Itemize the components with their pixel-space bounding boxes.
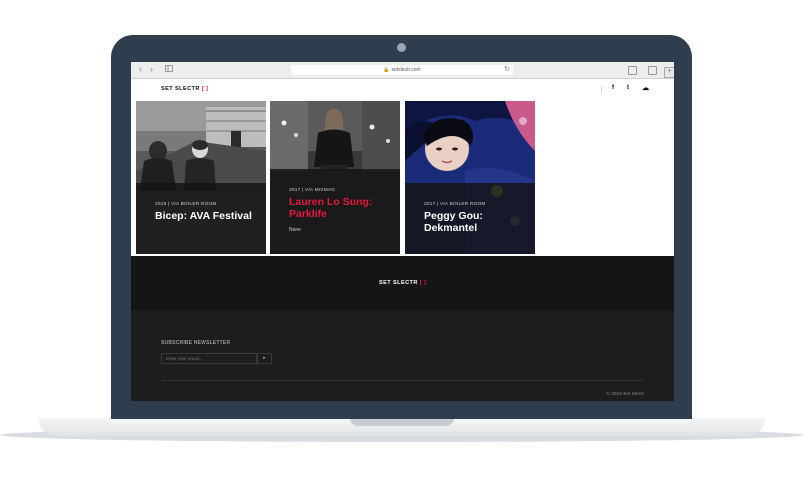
video-card[interactable]: 2017 | VIA BOILER ROOM Peggy Gou: Dekman… [405, 101, 535, 254]
tabs-icon[interactable] [648, 66, 657, 75]
video-card[interactable]: 2017 | VIA MIXMAG Lauren Lo Sung: Parkli… [270, 101, 400, 254]
footer: SUBSCRIBE NEWSLETTER ▸ © 2018 Set Slectr [131, 310, 674, 401]
card-title[interactable]: Bicep: AVA Festival [155, 210, 260, 222]
logo-text: SET SLECTR [161, 86, 200, 92]
soundcloud-icon[interactable]: ☁ [642, 84, 649, 92]
newsletter-submit-button[interactable]: ▸ [257, 353, 272, 364]
footer-logo[interactable]: SET SLECTR[ ] [379, 280, 426, 286]
card-meta: 2015 | VIA BOILER ROOM [155, 202, 217, 207]
sidebar-icon[interactable] [164, 65, 173, 74]
newsletter-email-input[interactable] [161, 353, 257, 364]
card-description: None [289, 227, 301, 233]
laptop-notch [350, 418, 454, 426]
share-icon[interactable] [628, 66, 637, 75]
card-meta: 2017 | VIA MIXMAG [289, 188, 336, 193]
footer-logo-bracket: [ ] [419, 280, 427, 286]
footer-brand-band: SET SLECTR[ ] [131, 256, 674, 310]
laptop-screen: ‹ › 🔒 setslectr.com ↻ + SET SLECTR[ ] f t… [131, 62, 674, 401]
footer-divider [161, 380, 644, 381]
address-bar[interactable]: 🔒 setslectr.com [291, 65, 513, 75]
video-card[interactable]: 2015 | VIA BOILER ROOM Bicep: AVA Festiv… [136, 101, 266, 254]
reload-icon[interactable]: ↻ [504, 65, 510, 75]
lock-icon: 🔒 [383, 67, 390, 73]
chevron-right-icon[interactable]: › [147, 65, 156, 74]
card-title[interactable]: Lauren Lo Sung: Parklife [289, 196, 394, 220]
card-meta: 2017 | VIA BOILER ROOM [424, 202, 486, 207]
camera-icon [397, 43, 406, 52]
twitter-icon[interactable]: t [627, 85, 629, 91]
card-title[interactable]: Peggy Gou: Dekmantel [424, 210, 529, 234]
video-grid: 2015 | VIA BOILER ROOM Bicep: AVA Festiv… [131, 101, 674, 256]
copyright-text: © 2018 Set Slectr [606, 392, 644, 397]
footer-logo-text: SET SLECTR [379, 280, 418, 286]
newsletter-heading: SUBSCRIBE NEWSLETTER [161, 340, 231, 346]
facebook-icon[interactable]: f [612, 85, 614, 91]
plus-icon[interactable]: + [664, 67, 674, 78]
browser-toolbar: ‹ › 🔒 setslectr.com ↻ + [131, 62, 674, 79]
social-divider [601, 86, 602, 94]
url-text: setslectr.com [391, 67, 421, 73]
site-header: SET SLECTR[ ] f t ☁ [131, 79, 674, 101]
site-logo[interactable]: SET SLECTR[ ] [161, 86, 208, 92]
chevron-left-icon[interactable]: ‹ [136, 65, 145, 74]
logo-bracket: [ ] [201, 86, 209, 92]
